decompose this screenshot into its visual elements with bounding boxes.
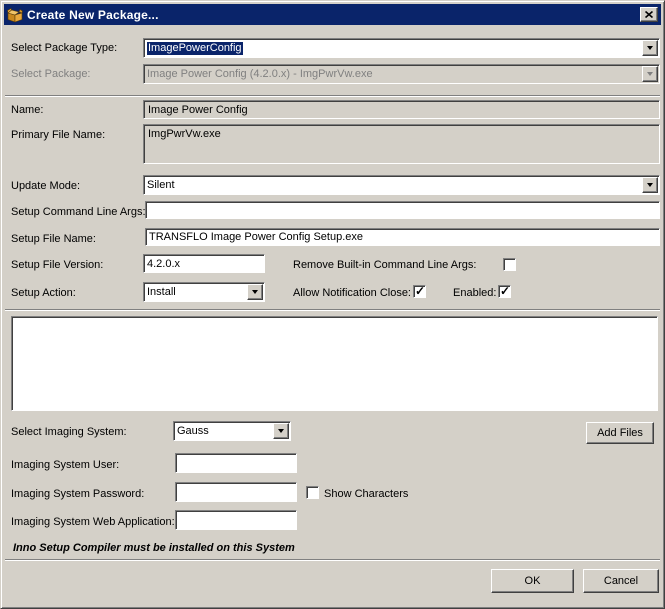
imaging-user-input[interactable] [175,453,297,473]
imaging-system-label: Select Imaging System: [11,426,127,438]
package-type-value: ImagePowerConfig [147,42,243,55]
primary-file-name-value: ImgPwrVw.exe [148,128,221,140]
imaging-password-input[interactable] [175,482,297,502]
setup-cmd-args-label: Setup Command Line Args: [11,206,146,218]
package-type-combobox[interactable]: ImagePowerConfig [143,38,660,58]
setup-cmd-args-input[interactable] [145,201,660,219]
package-type-label: Select Package Type: [11,42,118,54]
add-files-button[interactable]: Add Files [586,422,654,444]
remove-builtin-args-label: Remove Built-in Command Line Args: [293,259,477,271]
create-new-package-dialog: Create New Package... Select Package Typ… [0,0,665,609]
inno-setup-note: Inno Setup Compiler must be installed on… [13,542,295,554]
allow-notification-close-label: Allow Notification Close: [293,287,411,299]
section-divider [5,309,660,311]
setup-file-name-label: Setup File Name: [11,233,96,245]
dialog-body: Select Package Type: ImagePowerConfig Se… [3,3,662,606]
setup-file-name-input[interactable] [145,228,660,246]
allow-notification-close-checkbox[interactable] [413,284,426,298]
setup-action-combobox[interactable]: Install [143,282,265,302]
remove-builtin-args-checkbox[interactable] [503,258,516,271]
ok-button[interactable]: OK [491,569,574,593]
setup-action-dropdown-button[interactable] [247,284,263,300]
setup-action-value: Install [147,286,176,298]
package-dropdown-button [642,66,658,82]
chevron-down-icon [647,46,653,50]
primary-file-name-label: Primary File Name: [11,129,106,141]
setup-file-version-label: Setup File Version: [11,259,104,271]
enabled-label: Enabled: [453,287,497,299]
package-label: Select Package: [11,68,91,80]
enabled-checkbox[interactable] [498,284,511,298]
chevron-down-icon [278,429,284,433]
package-combobox: Image Power Config (4.2.0.x) - ImgPwrVw.… [143,64,660,84]
chevron-down-icon [647,72,653,76]
imaging-webapp-label: Imaging System Web Application: [11,516,175,528]
imaging-webapp-input[interactable] [175,510,297,530]
imaging-password-label: Imaging System Password: [11,488,145,500]
package-type-dropdown-button[interactable] [642,40,658,56]
imaging-user-label: Imaging System User: [11,459,120,471]
imaging-system-combobox[interactable]: Gauss [173,421,291,441]
setup-file-version-input[interactable] [143,254,265,273]
setup-action-label: Setup Action: [11,287,76,299]
show-characters-label: Show Characters [324,488,409,500]
update-mode-combobox[interactable]: Silent [143,175,660,195]
imaging-system-value: Gauss [177,425,209,437]
name-value: Image Power Config [148,104,248,116]
name-label: Name: [11,104,44,116]
footer-divider [5,559,660,561]
update-mode-dropdown-button[interactable] [642,177,658,193]
update-mode-label: Update Mode: [11,180,81,192]
section-divider [5,95,660,97]
imaging-system-dropdown-button[interactable] [273,423,289,439]
primary-file-name-field[interactable]: ImgPwrVw.exe [143,124,660,164]
package-value: Image Power Config (4.2.0.x) - ImgPwrVw.… [147,68,373,80]
chevron-down-icon [252,290,258,294]
chevron-down-icon [647,183,653,187]
cancel-button[interactable]: Cancel [583,569,659,593]
files-listbox[interactable] [11,316,658,411]
show-characters-checkbox[interactable] [306,486,319,499]
name-field[interactable]: Image Power Config [143,100,660,119]
update-mode-value: Silent [147,179,175,191]
